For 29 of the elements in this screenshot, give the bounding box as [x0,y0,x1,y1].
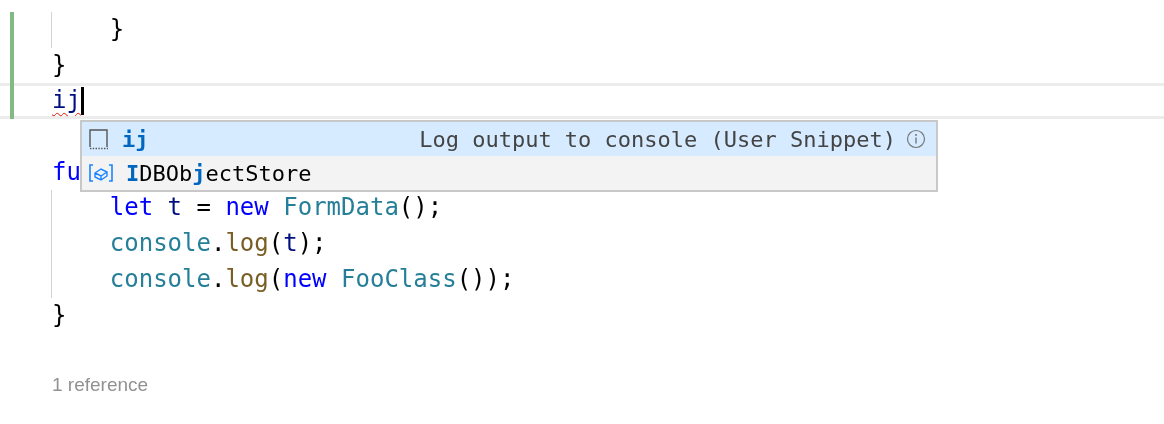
code-token: ); [297,228,327,260]
code-token: console [108,263,211,295]
code-token: console [108,228,211,260]
code-token: let [108,192,154,224]
code-token: = [195,192,212,224]
code-token: log [225,228,269,260]
code-token: FooClass [340,263,457,295]
code-token: ( [268,263,284,295]
code-token: log [225,263,269,295]
info-icon[interactable] [906,129,926,149]
code-token: ( [268,228,284,260]
snippet-icon [88,128,110,150]
code-token: t [283,228,298,260]
code-token: . [210,263,226,295]
code-token: } [52,299,67,331]
code-token: fu [52,156,81,188]
code-token: . [210,228,226,260]
code-token: (); [398,192,443,224]
code-token: FormData [282,192,399,224]
code-token: new [283,263,327,295]
cube-in-brackets-icon [88,162,114,184]
code-token: } [108,14,125,45]
suggestion-item[interactable]: ij Log output to console (User Snippet) [82,122,936,156]
code-token: } [52,49,67,81]
code-token: ()); [456,263,515,295]
code-token: ij [52,86,81,117]
code-token: new [225,192,269,224]
code-token: t [166,192,183,224]
suggestion-item[interactable]: IDBObjectStore [82,156,936,190]
